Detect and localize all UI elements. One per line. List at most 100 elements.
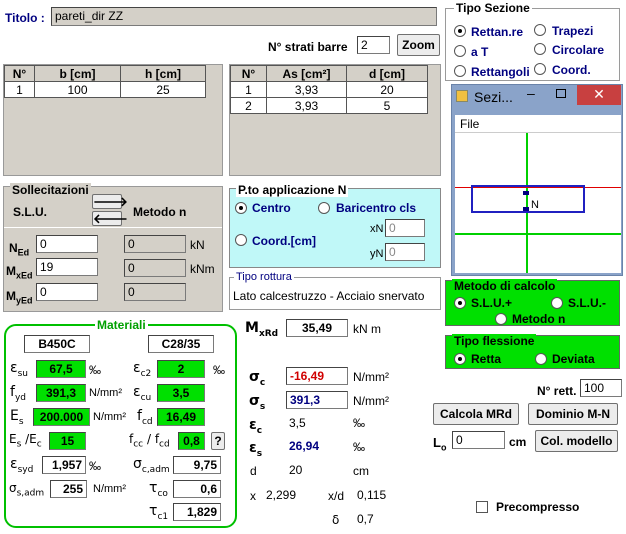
tco-symbol: τco <box>149 480 168 499</box>
radio-coord-cm[interactable] <box>235 234 247 246</box>
dominio-mn-button[interactable]: Dominio M-N <box>528 403 618 425</box>
mx-output: 0 <box>124 259 186 277</box>
radio-deviata[interactable] <box>535 353 547 365</box>
xn-input[interactable]: 0 <box>385 219 425 237</box>
col-modello-button[interactable]: Col. modello <box>535 430 618 452</box>
materiali-title: Materiali <box>95 318 148 332</box>
concrete-class[interactable]: C28/35 <box>148 335 214 353</box>
radio-slu-minus[interactable] <box>551 297 563 309</box>
radio-centro[interactable] <box>235 202 247 214</box>
ned-sub: Ed <box>17 247 30 258</box>
table-row[interactable]: 1 3,93 20 <box>230 81 428 98</box>
sollecitazioni-title: Sollecitazioni <box>10 183 91 197</box>
strati-label: N° strati barre <box>268 40 348 54</box>
arrow-left-button[interactable]: 🡐 <box>92 211 128 226</box>
radio-coord[interactable] <box>534 63 546 75</box>
app-icon <box>456 90 468 102</box>
lo-input[interactable]: 0 <box>452 431 505 449</box>
sadm-value[interactable]: 255 <box>50 480 87 498</box>
retta-label: Retta <box>471 352 502 366</box>
calcola-mrd-button[interactable]: Calcola MRd <box>433 403 519 425</box>
help-button[interactable]: ? <box>211 432 225 450</box>
mxrd-value: 35,49 <box>286 319 348 337</box>
yn-input[interactable]: 0 <box>385 243 425 261</box>
arrow-right-button[interactable]: 🡒 <box>92 194 128 209</box>
radio-circolare[interactable] <box>534 43 546 55</box>
fcd-value[interactable]: 16,49 <box>157 408 205 426</box>
radio-rettangolare[interactable] <box>454 25 466 37</box>
radio-retta[interactable] <box>454 353 466 365</box>
bar-point <box>523 191 529 195</box>
bars-table: N° As [cm²] d [cm] 1 3,93 20 2 3,93 5 <box>230 65 428 114</box>
rottura-title: Tipo rottura <box>234 271 294 283</box>
es-value[interactable]: 200.000 <box>33 408 90 426</box>
zoom-button[interactable]: Zoom <box>397 34 440 56</box>
radio-rettangoli[interactable] <box>454 65 466 77</box>
steel-class[interactable]: B450C <box>24 335 90 353</box>
maximize-icon[interactable] <box>556 89 566 98</box>
title-input[interactable]: pareti_dir ZZ <box>51 7 437 26</box>
fcd-symbol: fcd <box>137 408 153 427</box>
table-cell[interactable]: 3,93 <box>266 81 347 98</box>
precompresso-checkbox[interactable] <box>476 501 488 513</box>
delta-symbol: δ <box>332 513 340 527</box>
table-cell[interactable]: 20 <box>346 81 428 98</box>
mxed-sub: xEd <box>16 270 33 281</box>
tc1-symbol: τc1 <box>149 503 169 522</box>
myed-sub: yEd <box>16 295 33 306</box>
radio-a-t[interactable] <box>454 45 466 57</box>
radio-trapezi[interactable] <box>534 24 546 36</box>
esu-unit: ‰ <box>89 363 101 377</box>
sezione-window[interactable]: Sezi... – ✕ File N <box>451 84 623 276</box>
title-label: Titolo : <box>5 11 45 25</box>
slu-plus-label: S.L.U.+ <box>471 296 513 310</box>
centro-label: Centro <box>252 201 291 215</box>
minimize-icon[interactable]: – <box>527 85 535 101</box>
tipo-sezione-title: Tipo Sezione <box>454 1 532 15</box>
table-row[interactable]: 1 100 25 <box>4 81 206 98</box>
coord-cm-label: Coord.[cm] <box>252 234 316 248</box>
table-cell[interactable]: 5 <box>346 97 428 114</box>
fcc-fcd-value[interactable]: 0,8 <box>178 432 205 450</box>
table-cell[interactable]: 3,93 <box>266 97 347 114</box>
esu-symbol: εsu <box>10 360 28 379</box>
mxed-label: M <box>6 264 16 278</box>
sadm-symbol: σs,adm <box>9 481 45 499</box>
trapezi-label: Trapezi <box>552 24 594 38</box>
ec-unit: ‰ <box>353 416 365 430</box>
nrett-label: N° rett. <box>537 384 577 398</box>
circolare-label: Circolare <box>552 43 605 57</box>
myed-input[interactable]: 0 <box>36 283 98 301</box>
radio-metodo-n[interactable] <box>495 313 507 325</box>
ec-value: 3,5 <box>289 416 306 430</box>
fyd-symbol: fyd <box>10 384 26 403</box>
fyd-value[interactable]: 391,3 <box>36 384 86 402</box>
radio-baricentro[interactable] <box>318 202 330 214</box>
table-cell[interactable]: 2 <box>230 97 267 114</box>
point-label: N <box>531 199 539 211</box>
es-ec-value[interactable]: 15 <box>49 432 86 450</box>
radio-slu-plus[interactable] <box>454 297 466 309</box>
scadm-value: 9,75 <box>173 456 221 474</box>
table-cell[interactable]: 1 <box>4 81 35 98</box>
table-row[interactable]: 2 3,93 5 <box>230 97 428 114</box>
table-cell[interactable]: 25 <box>120 81 206 98</box>
strati-input[interactable]: 2 <box>357 36 390 54</box>
close-icon[interactable]: ✕ <box>577 85 621 105</box>
rettangoli-label: Rettangoli <box>471 65 530 79</box>
ned-input[interactable]: 0 <box>36 235 98 253</box>
coord-label: Coord. <box>552 63 591 77</box>
mxed-input[interactable]: 19 <box>36 258 98 276</box>
table-cell[interactable]: 100 <box>34 81 121 98</box>
yn-label: yN <box>370 248 384 260</box>
ecu-value[interactable]: 3,5 <box>157 384 205 402</box>
menu-file[interactable]: File <box>460 117 479 131</box>
rettangolare-label: Rettan.re <box>471 25 524 39</box>
ec2-value[interactable]: 2 <box>157 360 205 378</box>
nrett-input[interactable]: 100 <box>580 379 622 397</box>
table-cell[interactable]: 1 <box>230 81 267 98</box>
rottura-value: Lato calcestruzzo - Acciaio snervato <box>233 289 425 303</box>
d-value: 20 <box>289 463 303 477</box>
es-unit: N/mm² <box>93 411 126 423</box>
esu-value[interactable]: 67,5 <box>36 360 86 378</box>
